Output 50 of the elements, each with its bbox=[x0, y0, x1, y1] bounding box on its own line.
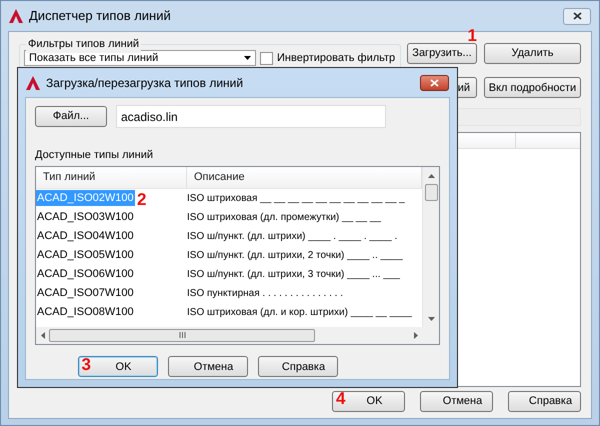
linetype-description: ISO штриховая (дл. и кор. штрихи) ____ __ ____ bbox=[187, 306, 412, 320]
window-title: Диспетчер типов линий bbox=[29, 7, 171, 26]
linetype-name[interactable]: ACAD_ISO05W100 bbox=[36, 246, 135, 264]
scroll-left-icon[interactable] bbox=[41, 332, 45, 338]
list-label: Доступные типы линий bbox=[35, 148, 154, 163]
grip-icon bbox=[178, 332, 186, 338]
annotation-number: 3 bbox=[82, 356, 91, 372]
dialog-button[interactable]: Справка bbox=[508, 390, 581, 412]
logo-icon bbox=[9, 9, 23, 23]
invert-checkbox[interactable] bbox=[260, 52, 273, 65]
linetype-name[interactable]: ACAD_ISO08W100 bbox=[36, 304, 135, 320]
file-name-field[interactable]: acadiso.lin bbox=[116, 105, 386, 128]
linetype-description: ISO штриховая __ __ __ __ __ __ __ __ __ __ _ bbox=[187, 192, 405, 206]
scroll-right-icon[interactable] bbox=[414, 332, 418, 338]
close-button[interactable] bbox=[420, 74, 449, 90]
linetype-name[interactable]: ACAD_ISO04W100 bbox=[36, 228, 135, 244]
linetype-name[interactable]: ACAD_ISO07W100 bbox=[36, 284, 135, 302]
linetype-description: ISO пунктирная . . . . . . . . . . . . . . . bbox=[187, 286, 344, 300]
logo-icon bbox=[26, 76, 40, 90]
dialog-button[interactable]: Файл... bbox=[35, 106, 107, 127]
scroll-down-icon[interactable] bbox=[428, 316, 434, 320]
dialog-button[interactable]: Вкл подробности bbox=[484, 77, 581, 98]
linetype-description: ISO ш/пункт. (дл. штрихи, 3 точки) ____ ... ___ bbox=[187, 268, 400, 282]
dialog-button[interactable]: Отмена bbox=[168, 356, 248, 378]
dialog-button[interactable]: Загрузить... bbox=[407, 42, 477, 64]
horizontal-scrollbar[interactable] bbox=[36, 326, 439, 344]
dropdown-arrow-icon bbox=[244, 56, 251, 60]
linetype-name[interactable]: ACAD_ISO06W100 bbox=[36, 266, 135, 282]
dialog-button[interactable]: Удалить bbox=[484, 42, 581, 64]
annotation-number: 2 bbox=[137, 190, 146, 208]
group-label: Фильтры типов линий bbox=[26, 36, 141, 52]
scroll-thumb[interactable] bbox=[49, 328, 315, 342]
scroll-thumb[interactable] bbox=[424, 184, 438, 200]
checkbox-label: Инвертировать фильтр bbox=[277, 51, 396, 66]
annotation-number: 1 bbox=[468, 27, 477, 44]
dialog-title: Загрузка/перезагрузка типов линий bbox=[46, 74, 244, 92]
linetype-description: ISO ш/пункт. (дл. штрихи) ____ . ____ . ____ . bbox=[187, 230, 398, 244]
dialog-button[interactable]: Справка bbox=[258, 356, 338, 378]
close-icon bbox=[430, 78, 439, 86]
linetype-description: ISO ш/пункт. (дл. штрихи, 2 точки) ____ .. ____ bbox=[187, 248, 403, 262]
scroll-up-icon[interactable] bbox=[428, 174, 434, 178]
filter-dropdown[interactable]: Показать все типы линий bbox=[24, 50, 256, 66]
linetype-name[interactable]: ACAD_ISO03W100 bbox=[36, 208, 135, 226]
column-header[interactable]: Тип линий bbox=[36, 166, 187, 188]
close-button[interactable] bbox=[563, 8, 591, 24]
annotation-number: 4 bbox=[336, 390, 346, 407]
dialog-button[interactable]: Отмена bbox=[420, 390, 493, 412]
close-icon bbox=[572, 12, 582, 20]
linetype-description: ISO штриховая (дл. промежутки) __ __ __ bbox=[187, 210, 381, 224]
vertical-scrollbar[interactable] bbox=[422, 166, 439, 326]
